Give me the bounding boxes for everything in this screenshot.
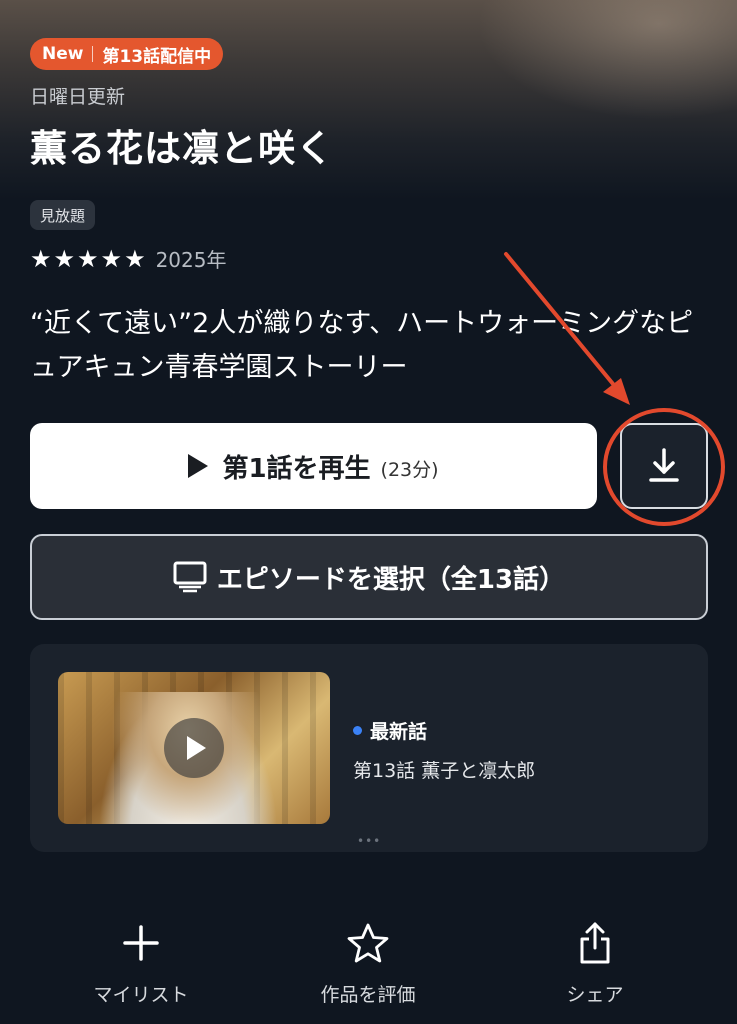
annotation-arrow: [504, 252, 630, 405]
latest-episode-card[interactable]: 最新話 第13話 薫子と凛太郎 •••: [30, 644, 708, 852]
page-title: 薫る花は凛と咲く: [30, 127, 334, 170]
select-episode-label: エピソードを選択（全13話）: [216, 564, 566, 595]
share-action[interactable]: シェア: [505, 918, 685, 1018]
latest-dot: [353, 726, 362, 735]
episode-status-label: 第13話配信中: [102, 46, 212, 67]
share-icon: [577, 918, 613, 968]
share-label: シェア: [566, 984, 624, 1006]
mylist-action[interactable]: マイリスト: [51, 918, 231, 1018]
rate-label: 作品を評価: [320, 984, 416, 1006]
star-rating: ★★★★★: [30, 244, 148, 273]
latest-label-text: 最新話: [370, 721, 428, 743]
episode-thumbnail[interactable]: [58, 672, 330, 824]
play-duration: (23分): [380, 458, 439, 481]
new-label: New: [42, 44, 84, 64]
annotation-circle: [603, 408, 725, 526]
monitor-icon: [173, 561, 207, 593]
badge-divider: [92, 46, 94, 62]
update-day: 日曜日更新: [30, 86, 126, 108]
play-icon: [188, 454, 209, 478]
new-episode-badge: New 第13話配信中: [30, 38, 224, 70]
plus-icon: [121, 918, 161, 968]
play-episode-1-button[interactable]: 第1話を再生 (23分): [30, 423, 597, 509]
play-icon: [187, 736, 206, 760]
release-year: 2025年: [155, 248, 227, 272]
rating-row: ★★★★★ 2025年: [30, 244, 226, 273]
star-icon: [346, 918, 390, 968]
play-button-label: 第1話を再生: [222, 453, 371, 484]
unlimited-tag: 見放題: [30, 200, 96, 230]
rate-action[interactable]: 作品を評価: [278, 918, 458, 1018]
mylist-label: マイリスト: [93, 984, 189, 1006]
thumbnail-play-button[interactable]: [164, 718, 224, 778]
title-detail-page: New 第13話配信中 日曜日更新 薫る花は凛と咲く 見放題 ★★★★★ 202…: [0, 0, 737, 1024]
latest-episode-label: 最新話: [353, 717, 427, 744]
select-episode-button[interactable]: エピソードを選択（全13話）: [30, 534, 708, 620]
carousel-page-dots: •••: [357, 834, 382, 848]
latest-episode-title: 第13話 薫子と凛太郎: [353, 760, 536, 782]
